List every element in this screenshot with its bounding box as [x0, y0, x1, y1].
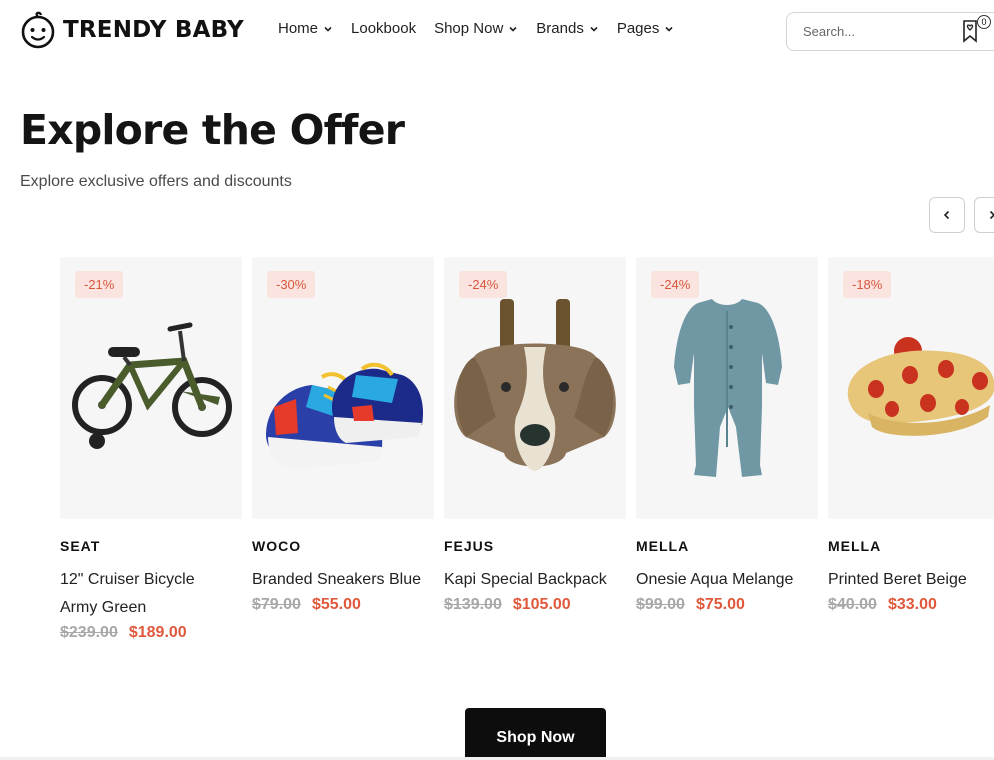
product-prices: $139.00 $105.00 — [444, 596, 626, 614]
product-brand: MELLA — [828, 538, 882, 554]
site-header: TRENDY BABY Home Lookbook Shop Now Brand… — [0, 0, 994, 62]
carousel-next-button[interactable] — [974, 197, 994, 233]
chevron-right-icon — [989, 210, 994, 220]
baby-face-icon — [21, 11, 55, 49]
section-subtitle: Explore exclusive offers and discounts — [20, 173, 292, 190]
product-prices: $40.00 $33.00 — [828, 596, 994, 614]
nav-item-label: Brands — [536, 20, 584, 37]
chevron-down-icon — [665, 26, 673, 32]
chevron-down-icon — [509, 26, 517, 32]
chevron-left-icon — [943, 210, 950, 220]
original-price: $139.00 — [444, 596, 502, 613]
product-card[interactable]: -21% SEAT 12" Cruiser Bicycle Army Green… — [60, 257, 242, 642]
product-image[interactable]: -30% — [252, 257, 434, 519]
chevron-down-icon — [590, 26, 598, 32]
product-image[interactable]: -24% — [636, 257, 818, 519]
product-brand: FEJUS — [444, 538, 495, 554]
chevron-down-icon — [324, 26, 332, 32]
product-name[interactable]: Onesie Aqua Melange — [636, 566, 826, 594]
product-card[interactable]: -18% MELLA Printed Beret Beige $40.00 $3… — [828, 257, 994, 614]
product-card[interactable]: -30% WOCO Branded Sneakers Blue $79.00 $… — [252, 257, 434, 614]
product-card[interactable]: -24% MELLA Onesie Aqua Melange $99.00 $7… — [636, 257, 818, 614]
nav-item-label: Lookbook — [351, 20, 417, 37]
nav-item-label: Shop Now — [434, 20, 504, 37]
original-price: $40.00 — [828, 596, 877, 613]
logo-text: TRENDY BABY — [63, 17, 244, 43]
sale-price: $189.00 — [128, 624, 187, 641]
sale-price: $75.00 — [695, 596, 745, 613]
nav-item-shop-now[interactable]: Shop Now — [434, 20, 518, 37]
product-prices: $99.00 $75.00 — [636, 596, 818, 614]
search-input[interactable] — [803, 24, 943, 39]
nav-item-label: Pages — [616, 20, 660, 37]
product-name[interactable]: 12" Cruiser Bicycle Army Green — [60, 566, 230, 622]
wishlist-count-badge: 0 — [977, 15, 991, 29]
section-title: Explore the Offer — [20, 106, 405, 154]
product-name[interactable]: Branded Sneakers Blue — [252, 566, 442, 594]
product-name[interactable]: Kapi Special Backpack — [444, 566, 634, 594]
product-brand: SEAT — [60, 538, 101, 554]
discount-badge: -21% — [75, 271, 124, 298]
product-card[interactable]: -24% FEJUS Kapi Special Backpack $139.00… — [444, 257, 626, 614]
nav-item-brands[interactable]: Brands — [536, 20, 599, 37]
main-nav: Home Lookbook Shop Now Brands Pages — [278, 20, 692, 37]
product-brand: MELLA — [636, 538, 690, 554]
sale-price: $55.00 — [311, 596, 361, 613]
product-prices: $79.00 $55.00 — [252, 596, 434, 614]
discount-badge: -30% — [267, 271, 316, 298]
product-name[interactable]: Printed Beret Beige — [828, 566, 994, 594]
sale-price: $105.00 — [512, 596, 571, 613]
nav-item-label: Home — [278, 20, 319, 37]
nav-item-lookbook[interactable]: Lookbook — [351, 20, 416, 37]
original-price: $99.00 — [636, 596, 685, 613]
discount-badge: -24% — [651, 271, 700, 298]
discount-badge: -18% — [843, 271, 892, 298]
nav-item-pages[interactable]: Pages — [617, 20, 675, 37]
sale-price: $33.00 — [887, 596, 937, 613]
product-brand: WOCO — [252, 538, 302, 554]
product-prices: $239.00 $189.00 — [60, 624, 242, 642]
shop-now-button[interactable]: Shop Now — [465, 708, 606, 760]
original-price: $79.00 — [252, 596, 301, 613]
product-image[interactable]: -24% — [444, 257, 626, 519]
product-image[interactable]: -18% — [828, 257, 994, 519]
carousel-prev-button[interactable] — [929, 197, 965, 233]
discount-badge: -24% — [459, 271, 508, 298]
product-image[interactable]: -21% — [60, 257, 242, 519]
logo[interactable]: TRENDY BABY — [19, 11, 244, 49]
original-price: $239.00 — [60, 624, 118, 641]
nav-item-home[interactable]: Home — [278, 20, 333, 37]
